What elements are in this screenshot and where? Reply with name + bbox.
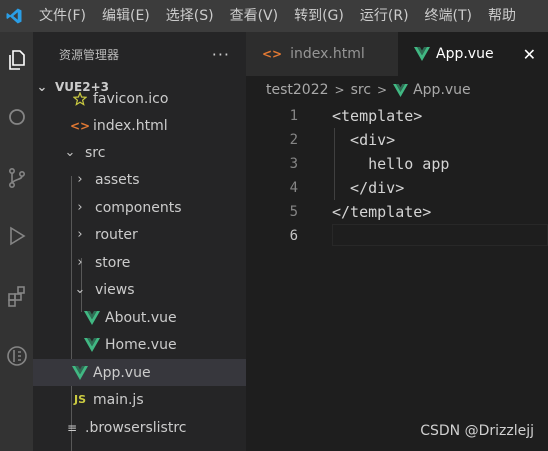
tree-item-label: App.vue: [93, 364, 151, 381]
menu-selection[interactable]: 选择(S): [158, 0, 222, 32]
explorer-header: 资源管理器 ···: [33, 32, 246, 76]
vscode-logo-icon: [6, 8, 22, 24]
code-editor[interactable]: 1 <template> 2 <div> 3 hello app 4 </div…: [246, 104, 548, 451]
code-text[interactable]: </template>: [332, 203, 431, 221]
chevron-right-icon: ›: [77, 227, 83, 242]
source-control-icon[interactable]: [0, 158, 33, 198]
tree-item-label: .browserslistrc: [85, 419, 187, 436]
tree-item-main-js[interactable]: JS main.js: [33, 386, 246, 413]
breadcrumb-item[interactable]: src: [351, 82, 371, 98]
tree-folder-router[interactable]: › router: [33, 221, 246, 248]
menu-edit[interactable]: 编辑(E): [94, 0, 158, 32]
breadcrumb: test2022 > src > App.vue: [246, 76, 548, 104]
menubar: 文件(F) 编辑(E) 选择(S) 查看(V) 转到(G) 运行(R) 终端(T…: [0, 0, 548, 32]
breadcrumb-item[interactable]: test2022: [266, 82, 329, 98]
file-tree: favicon.ico <> index.html ⌄ src › assets…: [33, 91, 246, 451]
tree-item-label: store: [95, 254, 131, 271]
tree-item-label: src: [85, 144, 106, 161]
vue-file-icon: [414, 47, 430, 61]
tab-index-html[interactable]: <> index.html: [246, 32, 398, 76]
vue-file-icon: [83, 310, 101, 325]
tree-folder-store[interactable]: › store: [33, 249, 246, 276]
tree-item-label: favicon.ico: [93, 90, 169, 107]
tree-item-label: index.html: [93, 117, 168, 134]
tree-item-label: router: [95, 226, 138, 243]
menu-terminal[interactable]: 终端(T): [417, 0, 480, 32]
watermark: CSDN @Drizzlejj: [420, 423, 534, 439]
tree-item-favicon[interactable]: favicon.ico: [33, 85, 246, 112]
tree-folder-assets[interactable]: › assets: [33, 166, 246, 193]
tree-item-label: assets: [95, 171, 140, 188]
config-file-icon: ≡: [66, 420, 78, 435]
tree-item-app-vue[interactable]: App.vue: [33, 359, 246, 386]
js-file-icon: JS: [73, 393, 86, 406]
code-line[interactable]: 4 </div>: [246, 176, 548, 200]
explorer-title: 资源管理器: [59, 47, 120, 62]
code-text[interactable]: <div>: [332, 131, 395, 149]
breadcrumb-item[interactable]: App.vue: [413, 82, 471, 98]
extensions-icon[interactable]: [0, 276, 33, 316]
line-number: 2: [289, 132, 298, 148]
tree-item-home-vue[interactable]: Home.vue: [33, 331, 246, 358]
vue-file-icon: [83, 337, 101, 352]
tree-item-about-vue[interactable]: About.vue: [33, 304, 246, 331]
code-text[interactable]: <template>: [332, 107, 422, 125]
tree-item-label: components: [95, 199, 182, 216]
code-line[interactable]: 2 <div>: [246, 128, 548, 152]
tree-item-label: views: [95, 281, 135, 298]
more-actions-icon[interactable]: ···: [212, 45, 230, 64]
tree-folder-components[interactable]: › components: [33, 194, 246, 221]
code-line[interactable]: 3 hello app: [246, 152, 548, 176]
line-number: 6: [289, 228, 298, 244]
chevron-down-icon: ⌄: [64, 145, 76, 160]
tab-app-vue[interactable]: App.vue ✕: [398, 32, 548, 76]
chevron-right-icon: >: [377, 83, 388, 97]
line-number: 1: [289, 108, 298, 124]
code-text[interactable]: </div>: [332, 179, 404, 197]
tree-item-label: main.js: [93, 391, 144, 408]
menu-help[interactable]: 帮助: [480, 0, 524, 32]
tree-item-browserslistrc[interactable]: ≡ .browserslistrc: [33, 414, 246, 441]
run-debug-icon[interactable]: [0, 216, 33, 256]
chevron-right-icon: ›: [77, 172, 83, 187]
explorer-icon[interactable]: [0, 40, 33, 80]
code-line-current[interactable]: 6: [246, 224, 548, 248]
favicon-icon: [71, 91, 89, 106]
menu-goto[interactable]: 转到(G): [286, 0, 352, 32]
vue-file-icon: [393, 83, 409, 97]
tree-item-label: About.vue: [105, 309, 177, 326]
close-tab-icon[interactable]: ✕: [523, 45, 536, 64]
html-file-icon: <>: [69, 118, 91, 133]
chevron-right-icon: >: [334, 83, 345, 97]
tab-label: index.html: [290, 46, 365, 62]
chevron-right-icon: ›: [77, 255, 83, 270]
chevron-right-icon: ›: [77, 200, 83, 215]
vue-file-icon: [71, 365, 89, 380]
html-file-icon: <>: [262, 47, 283, 61]
tab-label: App.vue: [436, 46, 494, 62]
line-number: 3: [289, 156, 298, 172]
menu-file[interactable]: 文件(F): [31, 0, 94, 32]
code-text[interactable]: hello app: [332, 155, 449, 173]
tree-item-index-html[interactable]: <> index.html: [33, 112, 246, 139]
code-line[interactable]: 1 <template>: [246, 104, 548, 128]
tree-folder-views[interactable]: ⌄ views: [33, 276, 246, 303]
code-line[interactable]: 5 </template>: [246, 200, 548, 224]
database-icon[interactable]: [0, 336, 33, 376]
tree-item-label: Home.vue: [105, 336, 177, 353]
line-number: 4: [289, 180, 298, 196]
activity-bar: [0, 32, 33, 451]
editor-tabs: <> index.html App.vue ✕: [246, 32, 548, 76]
search-icon[interactable]: [0, 98, 33, 138]
chevron-down-icon: ⌄: [74, 282, 86, 297]
tree-folder-src[interactable]: ⌄ src: [33, 139, 246, 166]
explorer-panel: 资源管理器 ··· ⌄ VUE2+3 favicon.ico <> index.…: [33, 32, 246, 451]
menu-run[interactable]: 运行(R): [352, 0, 417, 32]
line-number: 5: [289, 204, 298, 220]
menu-view[interactable]: 查看(V): [222, 0, 287, 32]
